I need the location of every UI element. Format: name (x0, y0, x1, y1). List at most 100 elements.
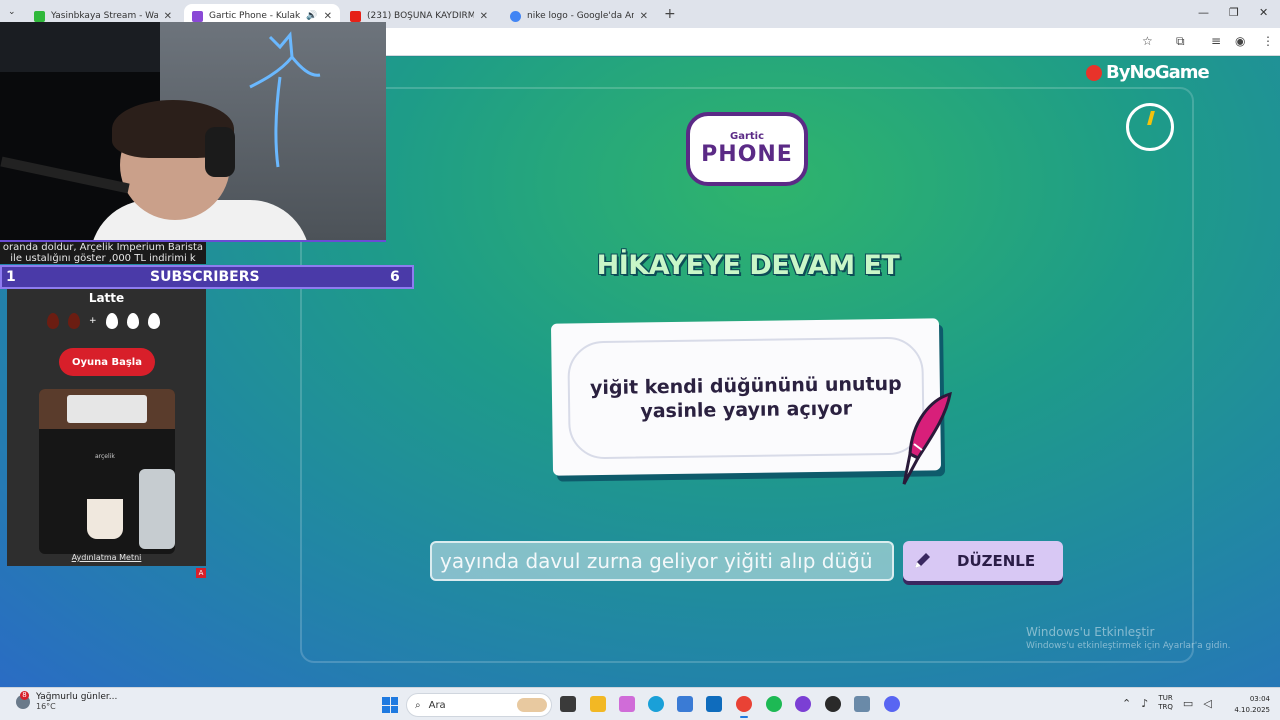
system-tray: ⌃ ♪ TUR TRQ ▭ ◁ (1122, 694, 1212, 712)
tab-close-icon[interactable]: ✕ (324, 11, 332, 22)
edge-icon[interactable] (648, 696, 664, 712)
edit-button-label: DÜZENLE (957, 552, 1036, 570)
windows-taskbar: 8 Yağmurlu günler... 16°C ⌕ Ara ⌃ ♪ TUR … (0, 687, 1280, 720)
store-icon[interactable] (677, 696, 693, 712)
search-placeholder: Ara (428, 699, 446, 711)
machine-screen (67, 395, 147, 423)
edit-button[interactable]: DÜZENLE (903, 541, 1063, 581)
milk-container (139, 469, 175, 549)
language-indicator[interactable]: TUR TRQ (1158, 694, 1173, 712)
weather-temp: 16°C (36, 702, 56, 711)
tab-close-icon[interactable]: ✕ (164, 11, 172, 22)
tab-title: Yasinbkaya Stream - Watch Live (51, 11, 158, 21)
clock-date: 4.10.2025 (1234, 706, 1270, 714)
ad-badge: A (196, 568, 206, 578)
discord-icon[interactable] (884, 696, 900, 712)
logo-line1: Gartic (729, 131, 765, 142)
obs-icon[interactable] (825, 696, 841, 712)
language-line1: TUR (1158, 694, 1173, 702)
subscribers-bar: 1 SUBSCRIBERS 6 (0, 265, 414, 289)
weather-badge: 8 (20, 690, 29, 700)
taskbar-search[interactable]: ⌕ Ara (406, 693, 552, 717)
weather-widget[interactable]: 8 Yağmurlu günler... 16°C (16, 690, 118, 711)
speaker-icon[interactable]: 🔊 (306, 11, 317, 21)
ratio-drops: + (47, 313, 160, 329)
start-game-button[interactable]: Oyuna Başla (59, 348, 155, 376)
new-tab-button[interactable]: + (664, 6, 676, 22)
weather-icon: 8 (16, 690, 30, 709)
subs-left-count: 1 (6, 269, 16, 285)
network-icon[interactable]: ▭ (1183, 697, 1193, 710)
answer-input[interactable] (430, 541, 894, 581)
coffee-drop-icon (68, 313, 80, 329)
app-purple-icon[interactable] (795, 696, 811, 712)
ad-footer-link[interactable]: Aydınlatma Metni (7, 553, 206, 562)
settings-icon[interactable] (854, 696, 870, 712)
search-icon: ⌕ (415, 699, 421, 711)
clock-time: 03:04 (1249, 695, 1270, 703)
sponsor-name: ByNoGame (1106, 62, 1210, 83)
milk-drop-icon (105, 313, 118, 329)
language-line2: TRQ (1158, 703, 1173, 711)
menu-icon[interactable]: ⋮ (1262, 34, 1274, 48)
tab-title: (231) BOŞUNA KAYDIRMA 31/1 (367, 11, 474, 21)
window-close-button[interactable]: ✕ (1259, 6, 1268, 19)
milk-drop-icon (147, 313, 160, 329)
timer-progress-wedge (1147, 111, 1155, 125)
subs-right-count: 6 (390, 269, 400, 285)
milk-drop-icon (126, 313, 139, 329)
task-view-icon[interactable] (560, 696, 576, 712)
bynogame-mark-icon (1086, 64, 1102, 81)
webcam-overlay (0, 22, 386, 242)
google-favicon-icon (510, 10, 521, 22)
restore-button[interactable]: ❐ (1229, 6, 1239, 19)
minimize-button[interactable]: — (1198, 6, 1209, 19)
round-timer (1126, 103, 1174, 151)
pencil-icon (915, 553, 930, 568)
extensions-icon[interactable]: ⧉ (1176, 34, 1185, 49)
activation-subtitle: Windows'u etkinleştirmek için Ayarlar'a … (1026, 641, 1231, 651)
search-highlight-icon (517, 698, 547, 712)
star-icon[interactable]: ☆ (1142, 34, 1153, 48)
file-explorer-icon[interactable] (590, 696, 606, 712)
logo-line2: PHONE (701, 142, 793, 167)
ad-banner-text: oranda doldur, Arçelik Imperium Barista … (0, 242, 206, 264)
gartic-phone-logo: Gartic PHONE (686, 112, 808, 186)
weather-text: Yağmurlu günler... (36, 692, 118, 702)
neon-cat-sign-icon (249, 31, 321, 168)
bynogame-logo: ByNoGame (1086, 62, 1210, 83)
tab-search-dropdown-icon[interactable]: ⌄ (8, 7, 16, 17)
chrome-icon[interactable] (736, 696, 752, 718)
subs-label: SUBSCRIBERS (150, 269, 260, 285)
tab-close-icon[interactable]: ✕ (640, 11, 648, 22)
story-card-inner: yiğit kendi düğününü unutup yasinle yayı… (567, 336, 925, 460)
start-button[interactable] (382, 697, 398, 713)
tab-title: Gartic Phone - Kulaktan Kulağa (209, 11, 301, 21)
outlook-icon[interactable] (706, 696, 722, 712)
profile-icon[interactable]: ◉ (1235, 34, 1245, 48)
ad-title: Latte (88, 291, 125, 305)
activation-title: Windows'u Etkinleştir (1026, 625, 1155, 639)
media-icon[interactable]: ≡ (1211, 34, 1221, 48)
copilot-icon[interactable] (619, 696, 635, 712)
taskbar-clock[interactable]: 03:04 4.10.2025 (1230, 694, 1270, 716)
coffee-ad: Latte + Oyuna Başla arçelik Aydınlatma M… (7, 289, 206, 566)
headphones-icon (205, 127, 235, 177)
tray-overflow-icon[interactable]: ⌃ (1122, 697, 1131, 710)
kick-favicon-icon (34, 10, 45, 22)
plus-sign: + (89, 316, 97, 326)
gartic-favicon-icon (192, 10, 203, 22)
coffee-machine-image: arçelik (39, 389, 175, 554)
spotify-icon[interactable] (766, 696, 782, 712)
coffee-drop-icon (47, 313, 59, 329)
story-card: yiğit kendi düğününü unutup yasinle yayı… (550, 318, 942, 476)
story-text: yiğit kendi düğününü unutup yasinle yayı… (589, 372, 902, 423)
youtube-favicon-icon (350, 10, 361, 22)
tab-title: nike logo - Google'da Ara (527, 11, 634, 21)
microphone-icon[interactable]: ♪ (1141, 697, 1148, 710)
tab-google-search[interactable]: nike logo - Google'da Ara ✕ (502, 4, 656, 28)
tab-close-icon[interactable]: ✕ (480, 11, 488, 22)
windows-activation-watermark: Windows'u Etkinleştir Windows'u etkinleş… (1026, 625, 1231, 651)
volume-icon[interactable]: ◁ (1203, 697, 1211, 710)
latte-cup (87, 499, 123, 539)
